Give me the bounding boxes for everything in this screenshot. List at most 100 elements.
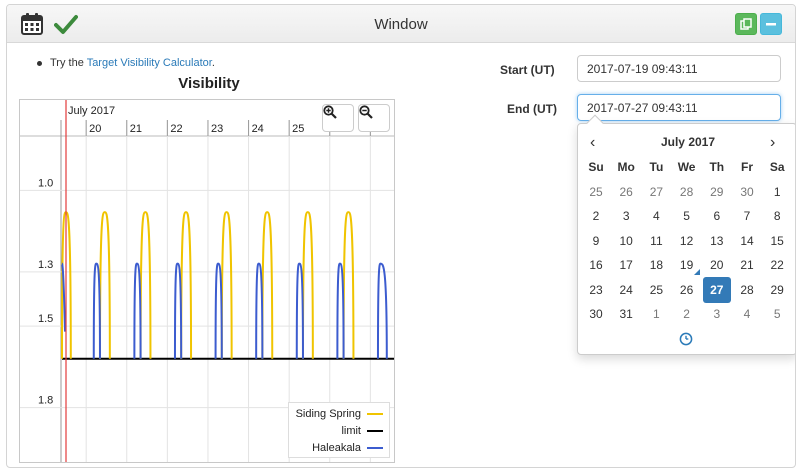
datepicker-day[interactable]: 28 — [733, 279, 761, 301]
datepicker: ‹ July 2017 › Su Mo Tu We Th Fr Sa 25 26 27 28 29 30… — [577, 114, 795, 355]
datepicker-day[interactable]: 18 — [642, 254, 670, 276]
weekday-header: Tu — [649, 160, 664, 174]
datepicker-day[interactable]: 30 — [733, 181, 761, 203]
datepicker-day[interactable]: 5 — [673, 205, 701, 227]
y-tick-label: 1.5 — [38, 313, 53, 325]
datepicker-day[interactable]: 19 — [673, 254, 701, 276]
datepicker-day[interactable]: 22 — [763, 254, 791, 276]
weekday-header: Th — [709, 160, 725, 174]
weekday-header: Fr — [741, 160, 753, 174]
intro-prefix: Try the — [50, 57, 87, 69]
datepicker-day[interactable]: 15 — [763, 230, 791, 252]
datepicker-day[interactable]: 9 — [582, 230, 610, 252]
window-titlebar: Window — [7, 5, 795, 43]
siding-spring-night-arc — [180, 211, 193, 359]
end-date-input[interactable]: 2017-07-27 09:43:11 — [577, 94, 781, 121]
intro-suffix: . — [211, 57, 215, 69]
datepicker-day[interactable]: 21 — [733, 254, 761, 276]
x-tick-label: 22 — [170, 123, 182, 135]
bullet-dot — [37, 60, 42, 66]
visibility-chart[interactable]: July 201720212223242526271.01.31.51.8 Si… — [19, 99, 395, 463]
legend-item-siding-spring[interactable]: Siding Spring — [296, 406, 383, 422]
datepicker-day[interactable]: 29 — [763, 279, 791, 301]
minimize-icon — [766, 23, 776, 26]
datepicker-day[interactable]: 5 — [763, 303, 791, 325]
datepicker-day[interactable]: 25 — [642, 279, 670, 301]
legend-swatch — [367, 430, 383, 432]
datepicker-day[interactable]: 26 — [612, 181, 640, 203]
datepicker-next-button[interactable]: › — [770, 134, 775, 152]
datepicker-day[interactable]: 27 — [702, 276, 731, 303]
legend-label: Haleakala — [312, 442, 361, 454]
siding-spring-night-arc — [342, 211, 355, 359]
siding-spring-night-arc — [220, 211, 233, 359]
haleakala-night-arc — [214, 262, 223, 359]
chart-title: Visibility — [178, 75, 240, 92]
datepicker-day[interactable]: 14 — [733, 230, 761, 252]
y-tick-label: 1.8 — [38, 395, 53, 407]
datepicker-day[interactable]: 7 — [733, 205, 761, 227]
legend-item-haleakala[interactable]: Haleakala — [312, 440, 383, 456]
datepicker-day[interactable]: 1 — [763, 181, 791, 203]
datepicker-day[interactable]: 2 — [582, 205, 610, 227]
datepicker-day[interactable]: 16 — [582, 254, 610, 276]
target-visibility-calculator-link[interactable]: Target Visibility Calculator — [87, 57, 212, 69]
datepicker-day[interactable]: 12 — [673, 230, 701, 252]
x-tick-label: 23 — [211, 123, 223, 135]
datepicker-day[interactable]: 4 — [733, 303, 761, 325]
weekday-header: Mo — [617, 160, 635, 174]
end-label: End (UT) — [507, 102, 557, 116]
datepicker-day[interactable]: 6 — [703, 205, 731, 227]
datepicker-day[interactable]: 25 — [582, 181, 610, 203]
datepicker-month-label[interactable]: July 2017 — [578, 135, 795, 149]
legend-label: limit — [341, 425, 361, 437]
datepicker-day[interactable]: 10 — [612, 230, 640, 252]
legend-item-limit[interactable]: limit — [341, 423, 383, 439]
datepicker-day[interactable]: 20 — [703, 254, 731, 276]
legend-swatch — [367, 413, 383, 415]
siding-spring-night-arc — [301, 211, 314, 359]
datepicker-day[interactable]: 23 — [582, 279, 610, 301]
visibility-window: Window Try the Target Visibility Calcula… — [6, 4, 796, 468]
legend-swatch — [367, 447, 383, 449]
haleakala-night-arc — [336, 262, 345, 359]
window-title: Window — [374, 16, 428, 33]
haleakala-night-arc — [133, 262, 142, 359]
x-tick-label: 20 — [89, 123, 101, 135]
zoom-in-button[interactable] — [322, 104, 354, 132]
siding-spring-night-arc — [139, 211, 152, 359]
datepicker-day[interactable]: 2 — [673, 303, 701, 325]
x-tick-label: 25 — [292, 123, 304, 135]
datepicker-day[interactable]: 29 — [703, 181, 731, 203]
datepicker-day[interactable]: 30 — [582, 303, 610, 325]
start-label: Start (UT) — [500, 63, 555, 77]
minimize-button[interactable] — [760, 13, 782, 35]
datepicker-day[interactable]: 13 — [703, 230, 731, 252]
start-date-input[interactable]: 2017-07-19 09:43:11 — [577, 55, 781, 82]
datepicker-day[interactable]: 28 — [673, 181, 701, 203]
zoom-out-button[interactable] — [358, 104, 390, 132]
datepicker-day[interactable]: 8 — [763, 205, 791, 227]
clock-icon[interactable] — [679, 332, 693, 346]
datepicker-day[interactable]: 3 — [703, 303, 731, 325]
chart-legend: Siding Spring limit Haleakala — [288, 402, 390, 458]
haleakala-night-arc — [295, 262, 304, 359]
weekday-header: Su — [588, 160, 604, 174]
siding-spring-night-arc — [261, 211, 274, 359]
haleakala-night-arc — [255, 262, 264, 359]
copy-button[interactable] — [735, 13, 757, 35]
haleakala-night-arc — [376, 262, 388, 359]
datepicker-day[interactable]: 17 — [612, 254, 640, 276]
datepicker-day[interactable]: 31 — [612, 303, 640, 325]
weekday-header: We — [677, 160, 696, 174]
zoom-in-icon — [323, 105, 337, 119]
datepicker-day[interactable]: 4 — [642, 205, 670, 227]
datepicker-day[interactable]: 1 — [642, 303, 670, 325]
datepicker-day[interactable]: 27 — [642, 181, 670, 203]
haleakala-night-arc — [92, 262, 101, 359]
datepicker-day[interactable]: 11 — [642, 230, 670, 252]
datepicker-day[interactable]: 3 — [612, 205, 640, 227]
datepicker-day[interactable]: 26 — [673, 279, 701, 301]
legend-label: Siding Spring — [295, 408, 361, 420]
datepicker-day[interactable]: 24 — [612, 279, 640, 301]
